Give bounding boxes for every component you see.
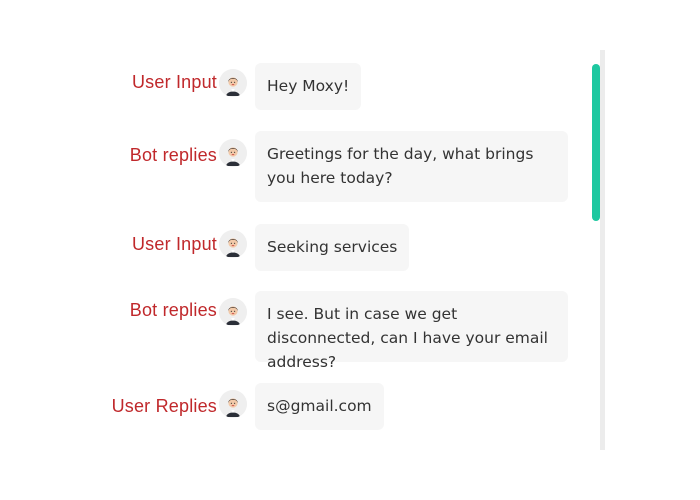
woman-avatar-icon [219, 69, 247, 97]
annotation-label: Bot replies [129, 300, 217, 320]
woman-avatar-icon [219, 298, 247, 326]
chat-bubble: Hey Moxy! [255, 63, 362, 110]
annotation-label: User Input [131, 72, 217, 92]
woman-avatar-icon [219, 390, 247, 418]
chat-bubble: s@gmail.com [255, 383, 384, 430]
scrollbar-thumb[interactable] [592, 64, 600, 221]
chat-bubble: I see. But in case we get disconnected, … [255, 291, 568, 371]
annotation-label: Bot replies [129, 145, 217, 165]
woman-avatar-icon [219, 230, 247, 258]
chat-window: User Input Hey Moxy! Bot replies Greetin… [0, 0, 700, 500]
annotation-label: User Input [131, 234, 217, 254]
annotation-label: User Replies [111, 396, 217, 416]
chat-bubble: Greetings for the day, what brings you h… [255, 131, 568, 202]
chat-bubble: Seeking services [255, 224, 410, 271]
scrollbar-track[interactable] [600, 50, 605, 450]
woman-avatar-icon [219, 139, 247, 167]
